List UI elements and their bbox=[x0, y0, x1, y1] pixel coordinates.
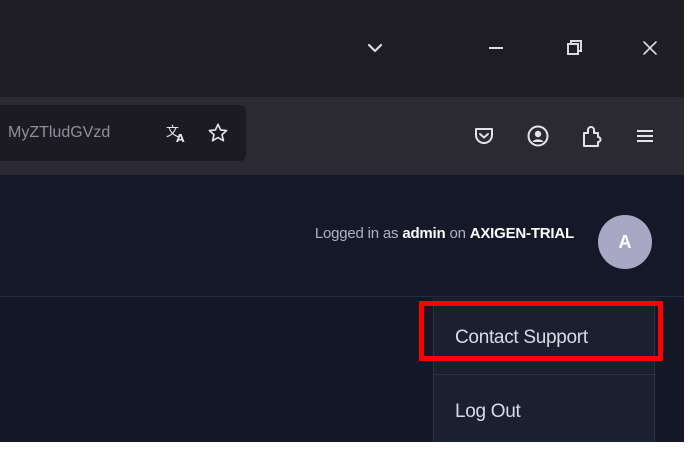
login-prefix: Logged in as bbox=[314, 225, 403, 242]
address-bar[interactable]: MyZTludGVzd 文 A bbox=[0, 105, 246, 161]
browser-window: MyZTludGVzd 文 A Logged in as admin on AX… bbox=[0, 0, 684, 442]
chevron-down-icon[interactable] bbox=[357, 30, 393, 66]
page-margin-right bbox=[684, 0, 695, 450]
extensions-icon[interactable] bbox=[575, 119, 609, 153]
login-username: admin bbox=[402, 225, 446, 242]
url-text: MyZTludGVzd bbox=[8, 124, 111, 141]
account-icon[interactable] bbox=[521, 119, 555, 153]
close-icon[interactable] bbox=[632, 30, 668, 66]
login-status: Logged in as admin on AXIGEN-TRIAL bbox=[315, 222, 574, 246]
pocket-icon[interactable] bbox=[467, 119, 501, 153]
star-icon[interactable] bbox=[201, 116, 235, 150]
user-avatar-button[interactable]: A bbox=[598, 215, 652, 269]
login-middle: on bbox=[445, 225, 470, 242]
avatar-letter: A bbox=[618, 231, 632, 252]
restore-icon[interactable] bbox=[556, 30, 592, 66]
minimize-icon[interactable] bbox=[478, 30, 514, 66]
hamburger-icon[interactable] bbox=[628, 119, 662, 153]
translate-icon[interactable]: 文 A bbox=[160, 116, 194, 150]
log-out-menu-item[interactable]: Log Out bbox=[434, 380, 656, 442]
user-menu: Contact Support Log Out bbox=[433, 298, 656, 442]
contact-support-menu-item[interactable]: Contact Support bbox=[434, 306, 656, 370]
page-margin-bottom bbox=[0, 442, 695, 450]
menu-divider bbox=[434, 374, 656, 375]
login-server: AXIGEN-TRIAL bbox=[469, 225, 574, 242]
title-bar bbox=[0, 0, 684, 97]
svg-text:A: A bbox=[176, 132, 185, 143]
